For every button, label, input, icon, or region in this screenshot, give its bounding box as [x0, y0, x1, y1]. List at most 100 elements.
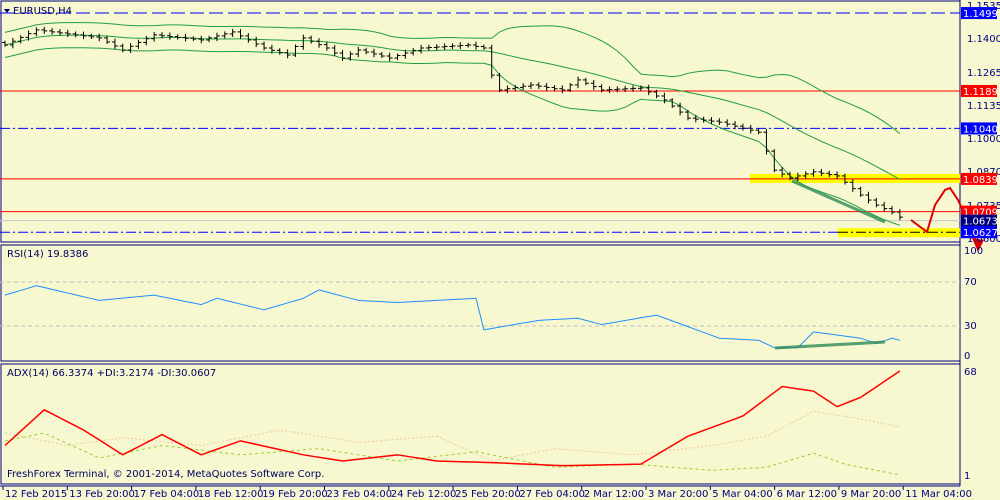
price-bar — [747, 124, 754, 134]
price-bar — [166, 32, 173, 40]
copyright-text: FreshForex Terminal, © 2001-2014, MetaQu… — [7, 469, 324, 480]
rsi-title: RSI(14) 19.8386 — [7, 249, 88, 260]
price-bar — [276, 48, 283, 55]
time-label: 5 Mar 04:00 — [712, 489, 772, 500]
price-bar — [339, 50, 346, 61]
horizontal-levels — [0, 12, 960, 238]
price-bar — [300, 34, 307, 50]
price-tag-label: 1.1189 — [963, 87, 998, 98]
price-bar — [363, 47, 370, 55]
price-bar — [881, 201, 888, 212]
time-label: 18 Feb 12:00 — [198, 489, 264, 500]
price-bar — [96, 33, 103, 42]
price-bar — [527, 82, 534, 90]
price-bar — [41, 26, 48, 34]
plus-di-line — [4, 410, 900, 462]
price-bar — [865, 191, 872, 204]
price-bar — [394, 53, 401, 61]
price-bar — [661, 92, 668, 104]
price-tag-label: 1.0839 — [963, 175, 998, 186]
time-label: 2 Mar 12:00 — [584, 489, 644, 500]
adx-line — [4, 370, 901, 467]
rsi-panel[interactable] — [0, 244, 961, 362]
bollinger-lower-band — [4, 47, 901, 226]
price-bar — [433, 44, 440, 51]
rsi-level-label: 0 — [964, 351, 970, 362]
price-bar — [590, 79, 597, 90]
price-bar — [896, 209, 903, 221]
price-bar — [692, 114, 699, 123]
price-bar — [457, 42, 464, 50]
price-bar — [174, 34, 181, 40]
price-tag-label: 1.0673 — [963, 217, 998, 228]
metatrader-chart-window: EURUSD,H4 RSI(14) 19.8386 ADX(14) 66.337… — [0, 0, 1000, 500]
time-axis: 12 Feb 2015 13 Feb 20:0017 Feb 04:0018 Fe… — [2, 486, 972, 500]
price-bar — [755, 128, 762, 135]
time-label: 17 Feb 04:00 — [134, 489, 200, 500]
time-label: 19 Feb 20:00 — [262, 489, 328, 500]
price-bar — [56, 29, 63, 36]
time-label: 11 Mar 04:00 — [905, 489, 972, 500]
price-bar — [606, 86, 613, 94]
main-price-panel[interactable] — [0, 0, 961, 243]
price-bar — [732, 121, 739, 130]
price-tag-label: 1.0627 — [963, 228, 998, 239]
price-bar — [104, 35, 111, 44]
price-bar — [221, 31, 228, 39]
price-bar — [575, 76, 582, 89]
price-bar — [292, 44, 299, 57]
price-bar — [582, 77, 589, 86]
price-bar — [213, 32, 220, 42]
price-tag: 1.1189 — [961, 84, 998, 98]
price-tick: 1.1135 — [967, 101, 1000, 112]
adx-panel[interactable] — [0, 363, 961, 485]
price-bar — [88, 33, 95, 39]
price-bar — [504, 85, 511, 94]
price-bar — [135, 39, 142, 49]
price-bars — [2, 26, 903, 221]
time-label: 23 Feb 04:00 — [327, 489, 393, 500]
price-bar — [425, 44, 432, 51]
price-tag-label: 1.1499 — [963, 9, 998, 20]
price-bar — [229, 28, 236, 37]
price-bar — [64, 29, 71, 38]
price-tick: 1.1400 — [967, 34, 1000, 45]
price-bar — [316, 38, 322, 48]
rsi-level-label: 100 — [964, 246, 983, 257]
time-label: 25 Feb 20:00 — [455, 489, 521, 500]
price-bar — [323, 41, 330, 51]
price-bar — [143, 35, 150, 46]
price-bar — [889, 206, 896, 215]
price-bar — [355, 46, 362, 58]
price-bar — [873, 197, 880, 208]
price-bar — [465, 42, 472, 48]
price-bar — [308, 35, 315, 44]
price-bar — [33, 27, 40, 37]
price-tag: 1.0627 — [961, 226, 998, 239]
bollinger-middle-band — [4, 34, 901, 180]
chart-canvas[interactable]: EURUSD,H4 RSI(14) 19.8386 ADX(14) 66.337… — [0, 0, 1000, 500]
price-tick: 1.1000 — [967, 134, 1000, 145]
symbol-menu-triangle-icon[interactable] — [4, 9, 10, 13]
time-label: 27 Feb 04:00 — [519, 489, 585, 500]
bollinger-bands — [4, 22, 901, 226]
time-label: 3 Mar 20:00 — [648, 489, 708, 500]
price-tag: 1.1499 — [961, 7, 998, 20]
time-label: 13 Feb 20:00 — [69, 489, 135, 500]
price-bar — [151, 31, 158, 42]
price-trendline[interactable] — [791, 179, 886, 224]
price-bar — [182, 34, 189, 42]
symbol-title: EURUSD,H4 — [13, 6, 72, 17]
price-bar — [386, 52, 393, 62]
price-bar — [739, 123, 746, 131]
price-bar — [370, 48, 377, 58]
price-tick: 1.1265 — [967, 68, 1000, 79]
time-label: 9 Mar 20:00 — [841, 489, 901, 500]
price-bar — [119, 43, 126, 53]
price-bar — [543, 83, 550, 91]
rsi-trendline[interactable] — [774, 340, 886, 350]
price-bar — [127, 43, 134, 54]
adx-title: ADX(14) 66.3374 +DI:3.2174 -DI:30.0607 — [7, 368, 216, 379]
adx-level-label: 68 — [964, 367, 977, 378]
price-bar — [72, 31, 79, 38]
